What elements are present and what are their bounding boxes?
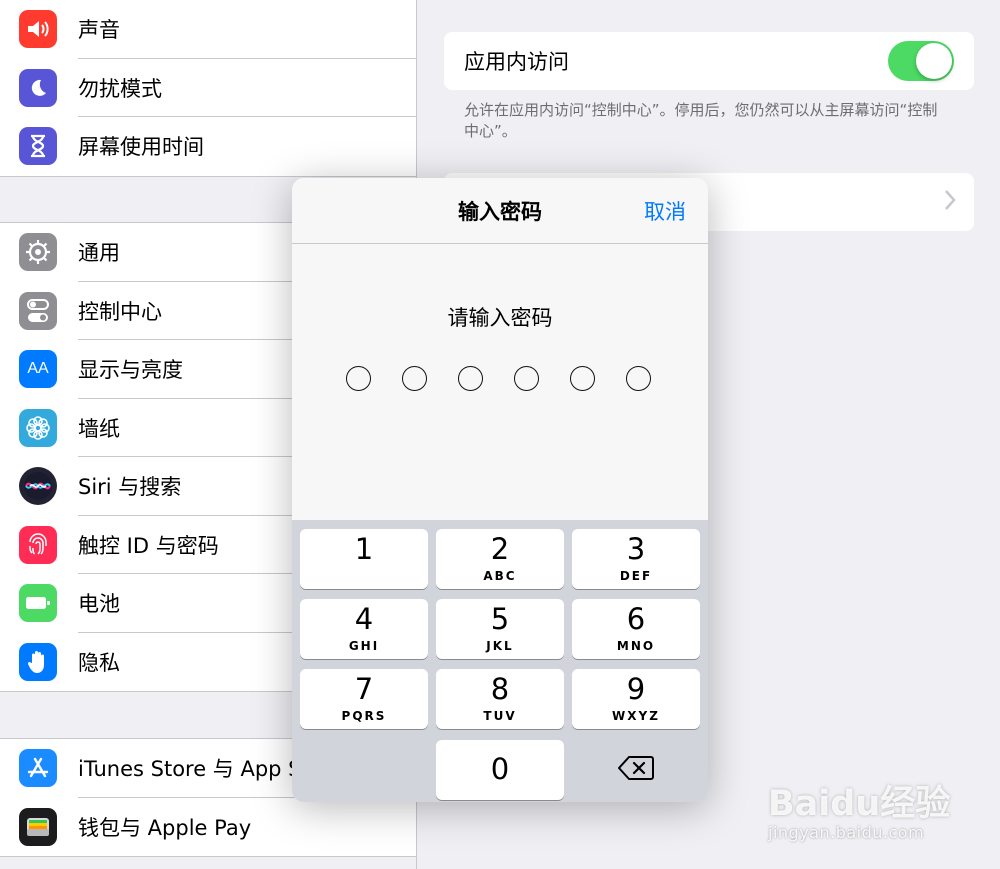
passcode-prompt: 请输入密码 <box>447 306 553 330</box>
key-6[interactable]: 6 MNO <box>572 599 700 659</box>
fingerprint-icon <box>19 525 57 564</box>
key-digit: 1 <box>354 532 374 566</box>
key-4[interactable]: 4 GHI <box>300 599 428 659</box>
key-0[interactable]: 0 <box>436 740 564 800</box>
app-store-icon <box>19 749 57 788</box>
access-footnote: 允许在应用内访问“控制中心”。停用后，您仍然可以从主屏幕访问“控制中心”。 <box>464 101 938 140</box>
key-3[interactable]: 3 DEF <box>572 529 700 589</box>
key-letters: JKL <box>486 639 514 653</box>
key-letters: MNO <box>616 639 656 653</box>
key-digit: 8 <box>490 672 510 706</box>
key-digit: 2 <box>490 532 510 566</box>
flower-icon <box>19 408 57 447</box>
key-letters: PQRS <box>341 709 387 723</box>
key-digit: 0 <box>490 752 510 786</box>
key-digit: 5 <box>490 602 510 636</box>
toggle-knob <box>916 43 952 79</box>
sidebar-item-label: 屏幕使用时间 <box>78 135 204 160</box>
key-letters: TUV <box>483 709 517 723</box>
watermark-brand: Baidu经验 <box>768 784 951 824</box>
number-keypad: 1 2 ABC 3 DEF 4 GHI 5 JKL 6 MNO 7 PQRS 8 <box>292 520 708 802</box>
text-size-icon: AA <box>19 350 57 389</box>
sidebar-item-sound[interactable]: 声音 <box>0 0 416 59</box>
sidebar-group-1: 声音 勿扰模式 屏幕使用时间 <box>0 0 416 177</box>
delete-key[interactable] <box>572 740 700 800</box>
sidebar-item-do-not-disturb[interactable]: 勿扰模式 <box>0 59 416 117</box>
key-letters: ABC <box>483 569 517 583</box>
passcode-modal: 输入密码 取消 请输入密码 1 2 ABC 3 DEF 4 GHI 5 JKL <box>292 178 708 802</box>
key-2[interactable]: 2 ABC <box>436 529 564 589</box>
baidu-watermark: Baidu经验 jingyan.baidu.com <box>768 775 993 845</box>
key-digit: 7 <box>354 672 374 706</box>
key-letters: DEF <box>619 569 653 583</box>
key-1[interactable]: 1 <box>300 529 428 589</box>
sidebar-item-wallet-apple-pay[interactable]: 钱包与 Apple Pay <box>0 798 416 857</box>
key-letters: WXYZ <box>612 709 660 723</box>
access-within-apps-label: 应用内访问 <box>464 50 569 74</box>
key-9[interactable]: 9 WXYZ <box>572 669 700 729</box>
sidebar-item-label: 声音 <box>78 18 120 43</box>
key-5[interactable]: 5 JKL <box>436 599 564 659</box>
passcode-dot <box>458 366 483 391</box>
passcode-dot <box>402 366 427 391</box>
battery-icon <box>19 584 57 623</box>
moon-icon <box>19 68 57 107</box>
siri-icon <box>19 467 57 506</box>
key-digit: 6 <box>626 602 646 636</box>
key-digit: 3 <box>626 532 646 566</box>
sidebar-item-label: 钱包与 Apple Pay <box>78 815 252 840</box>
passcode-dot <box>514 366 539 391</box>
passcode-dot <box>346 366 371 391</box>
passcode-dot <box>626 366 651 391</box>
sidebar-item-label: 勿扰模式 <box>78 76 162 101</box>
hourglass-icon <box>19 127 57 166</box>
hand-icon <box>19 642 57 681</box>
key-7[interactable]: 7 PQRS <box>300 669 428 729</box>
sidebar-item-screen-time[interactable]: 屏幕使用时间 <box>0 117 416 176</box>
passcode-dots <box>346 366 651 391</box>
key-8[interactable]: 8 TUV <box>436 669 564 729</box>
modal-header: 输入密码 取消 <box>292 178 708 244</box>
cancel-button[interactable]: 取消 <box>644 178 686 244</box>
access-within-apps-row: 应用内访问 <box>444 32 974 90</box>
key-letters: GHI <box>348 639 380 653</box>
backspace-icon <box>617 755 655 785</box>
key-digit: 4 <box>354 602 374 636</box>
key-digit: 9 <box>626 672 646 706</box>
watermark-url: jingyan.baidu.com <box>768 823 925 842</box>
speaker-icon <box>19 10 57 49</box>
gear-icon <box>19 233 57 272</box>
toggles-icon <box>19 291 57 330</box>
wallet-icon <box>19 807 57 846</box>
access-within-apps-toggle[interactable] <box>888 41 954 81</box>
passcode-dot <box>570 366 595 391</box>
chevron-right-icon <box>944 189 956 217</box>
